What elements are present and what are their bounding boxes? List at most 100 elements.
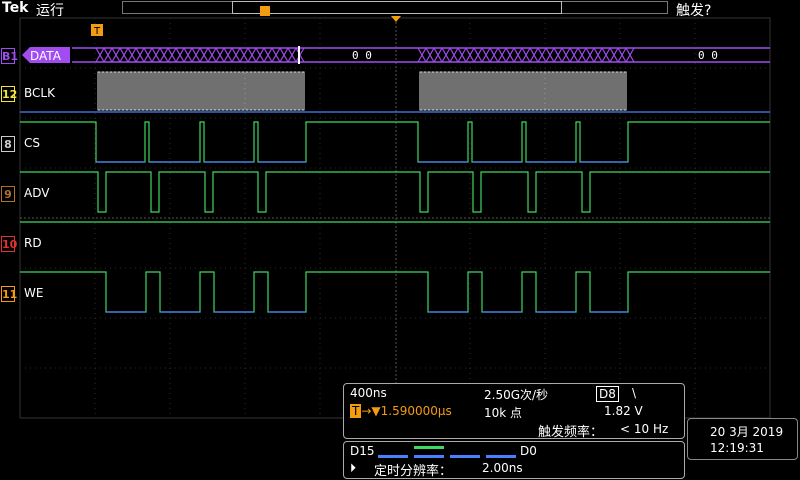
bus-transition <box>481 47 491 63</box>
bclk-pulse <box>217 71 221 111</box>
digital-panel[interactable]: D15 D0 ⏵ 定时分辨率： 2.00ns <box>343 441 685 479</box>
bus-transition <box>263 47 273 63</box>
trigger-marker-icon: T <box>350 404 362 418</box>
bclk-pulse <box>149 71 153 111</box>
record-length: 10k 点 <box>484 406 523 420</box>
bclk-pulse <box>595 71 599 111</box>
bus-transition <box>215 47 225 63</box>
bclk-pulse <box>579 71 583 111</box>
bclk-pulse <box>591 71 595 111</box>
channel-label-cs: CS <box>24 136 40 150</box>
channel-badge-bclk[interactable]: 12 <box>1 86 17 102</box>
bus-transition <box>199 47 209 63</box>
timebase: 400ns <box>350 386 387 400</box>
acquisition-panel[interactable]: 400ns 2.50G次/秒 D8 \ T →▼1.590000µs 10k 点 … <box>343 383 685 440</box>
bclk-pulse <box>515 71 519 111</box>
bclk-pulse <box>559 71 563 111</box>
bclk-pulse <box>459 71 463 111</box>
bus-transition <box>521 47 531 63</box>
bclk-pulse <box>117 71 121 111</box>
bclk-pulse <box>599 71 603 111</box>
bus-transition <box>175 47 185 63</box>
bclk-pulse <box>467 71 471 111</box>
bclk-pulse <box>225 71 229 111</box>
bus-value-2: 0 0 <box>698 49 718 62</box>
bus-transition <box>449 47 459 63</box>
bclk-pulse <box>483 71 487 111</box>
bus-transition <box>255 47 265 63</box>
bclk-pulse <box>181 71 185 111</box>
channel-badge-adv[interactable]: 9 <box>1 186 15 202</box>
bclk-pulse <box>611 71 615 111</box>
we-waveform <box>20 271 770 313</box>
bus-cursor <box>298 46 300 64</box>
bus-value-1: 0 0 <box>352 49 372 62</box>
bclk-pulse <box>265 71 269 111</box>
bus-transition <box>537 47 547 63</box>
bclk-pulse <box>137 71 141 111</box>
bclk-pulse <box>427 71 431 111</box>
bclk-pulse <box>145 71 149 111</box>
bus-transition <box>473 47 483 63</box>
bus-transition <box>609 47 619 63</box>
bclk-pulse <box>443 71 447 111</box>
bclk-pulse <box>133 71 137 111</box>
bus-transition <box>143 47 153 63</box>
bclk-pulse <box>269 71 273 111</box>
bclk-pulse <box>209 71 213 111</box>
bclk-pulse <box>301 71 305 111</box>
delay-value: 1.590000µs <box>380 404 452 418</box>
bclk-pulse <box>113 71 117 111</box>
bclk-pulse <box>475 71 479 111</box>
bclk-pulse <box>471 71 475 111</box>
bus-transition <box>625 47 635 63</box>
bus-badge[interactable]: B1 <box>1 48 18 64</box>
digital-high-label: D15 <box>350 444 375 458</box>
date: 20 3月 2019 <box>710 425 784 439</box>
bclk-pulse <box>499 71 503 111</box>
bclk-pulse <box>229 71 233 111</box>
resolution-value: 2.00ns <box>482 461 523 475</box>
channel-badge-rd[interactable]: 10 <box>1 236 17 252</box>
bclk-pulse <box>619 71 623 111</box>
bus-transition <box>529 47 539 63</box>
bclk-pulse <box>435 71 439 111</box>
bclk-pulse <box>125 71 129 111</box>
bus-transition <box>231 47 241 63</box>
bclk-pulse <box>507 71 511 111</box>
bclk-pulse <box>551 71 555 111</box>
bclk-pulse <box>511 71 515 111</box>
bus-transition <box>585 47 595 63</box>
bus-transition <box>167 47 177 63</box>
bclk-pulse <box>615 71 619 111</box>
bclk-pulse <box>447 71 451 111</box>
bclk-pulse <box>101 71 105 111</box>
bclk-pulse <box>281 71 285 111</box>
bclk-pulse <box>491 71 495 111</box>
bclk-pulse <box>189 71 193 111</box>
bclk-pulse <box>97 71 101 111</box>
bclk-pulse <box>277 71 281 111</box>
digital-low-label: D0 <box>520 444 537 458</box>
bclk-pulse <box>547 71 551 111</box>
bclk-pulse <box>423 71 427 111</box>
cs-waveform <box>20 121 770 163</box>
bclk-pulse <box>193 71 197 111</box>
bus-transition <box>593 47 603 63</box>
bclk-pulse <box>623 71 627 111</box>
trigger-slope-icon: \ <box>632 386 637 400</box>
bus-transition <box>95 47 105 63</box>
bus-transition <box>577 47 587 63</box>
channel-badge-we[interactable]: 11 <box>1 286 17 302</box>
trigger-point-indicator <box>391 16 401 22</box>
bclk-pulse <box>431 71 435 111</box>
bus-transition <box>271 47 281 63</box>
bus-transition <box>223 47 233 63</box>
bclk-pulse <box>587 71 591 111</box>
bclk-pulse <box>157 71 161 111</box>
bus-transition <box>457 47 467 63</box>
bclk-pulse <box>455 71 459 111</box>
channel-badge-cs[interactable]: 8 <box>1 136 15 152</box>
trigger-position-marker[interactable]: T <box>91 24 103 37</box>
bclk-pulse <box>121 71 125 111</box>
